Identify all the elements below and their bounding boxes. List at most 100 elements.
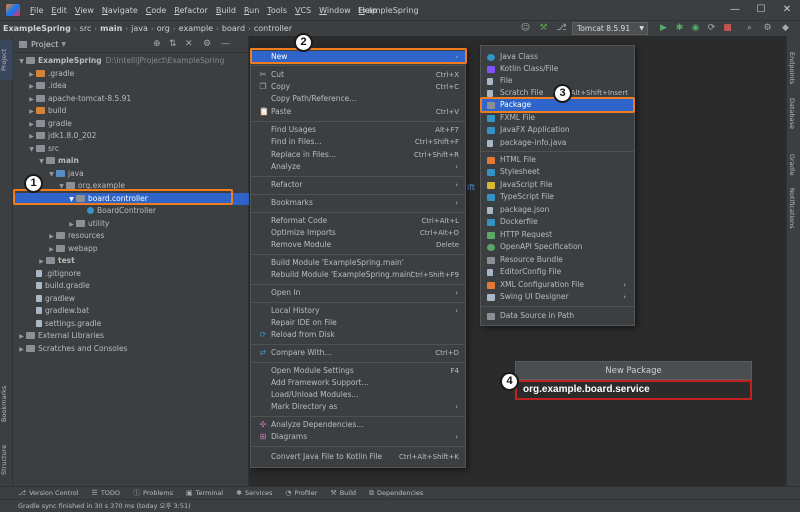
new-item-java-class[interactable]: Java Class xyxy=(481,51,634,64)
tab-services[interactable]: ✱ Services xyxy=(236,489,272,497)
context-item-build-module[interactable]: Build Module 'ExampleSpring.main' xyxy=(251,257,465,269)
close-icon[interactable]: ✕ xyxy=(774,0,800,20)
tree-item-idea[interactable]: ▶ .idea xyxy=(13,80,249,93)
context-item-load-unload-modules[interactable]: Load/Unload Modules... xyxy=(251,389,465,401)
tab-todo[interactable]: ☰ TODO xyxy=(92,489,121,497)
breadcrumb-java[interactable]: java xyxy=(128,24,151,33)
tab-build[interactable]: ⚒ Build xyxy=(330,489,356,497)
new-item-resource-bundle[interactable]: Resource Bundle xyxy=(481,254,634,267)
new-item-package-info[interactable]: package-info.java xyxy=(481,137,634,150)
new-item-xml-config[interactable]: XML Configuration File › xyxy=(481,279,634,292)
tree-item-gradle-cache[interactable]: ▶ .gradle xyxy=(13,68,249,81)
tab-version-control[interactable]: ⎇ Version Control xyxy=(18,489,79,497)
tree-item-webapp[interactable]: ▶ webapp xyxy=(13,243,249,256)
new-item-swing-ui[interactable]: Swing UI Designer › xyxy=(481,291,634,304)
new-item-openapi[interactable]: OpenAPI Specification xyxy=(481,241,634,254)
tab-dependencies[interactable]: ⧉ Dependencies xyxy=(369,489,423,498)
breadcrumb-project[interactable]: ExampleSpring xyxy=(0,24,74,33)
endpoints-tool-tab[interactable]: Endpoints xyxy=(788,52,796,84)
user-icon[interactable]: ☺ xyxy=(520,23,531,34)
context-item-paste[interactable]: 📋 Paste Ctrl+V xyxy=(251,106,465,118)
minimize-icon[interactable]: — xyxy=(722,0,748,20)
tree-item-utility[interactable]: ▶ utility xyxy=(13,218,249,231)
new-item-dockerfile[interactable]: Dockerfile xyxy=(481,216,634,229)
menu-window[interactable]: Window xyxy=(315,6,355,15)
run-configuration-select[interactable]: Tomcat 8.5.91 ▼ xyxy=(572,22,648,35)
new-item-javascript-file[interactable]: JavaScript File xyxy=(481,179,634,192)
breadcrumb-main[interactable]: main xyxy=(97,24,125,33)
hide-panel-icon[interactable]: — xyxy=(221,39,230,49)
context-item-analyze-dependencies[interactable]: ✣ Analyze Dependencies... xyxy=(251,419,465,431)
gradle-tool-tab[interactable]: Gradle xyxy=(788,154,796,176)
menu-file[interactable]: File xyxy=(26,6,47,15)
tree-item-gradle[interactable]: ▶ gradle xyxy=(13,118,249,131)
tree-item-build[interactable]: ▶ build xyxy=(13,105,249,118)
tree-item-build-gradle[interactable]: build.gradle xyxy=(13,280,249,293)
menu-run[interactable]: Run xyxy=(240,6,263,15)
tree-item-settings-gradle[interactable]: settings.gradle xyxy=(13,318,249,331)
context-item-module-settings[interactable]: Open Module Settings F4 xyxy=(251,365,465,377)
bookmarks-tool-tab[interactable]: Bookmarks xyxy=(0,381,13,427)
tree-item-external-libraries[interactable]: ▶ External Libraries xyxy=(13,330,249,343)
menu-edit[interactable]: Edit xyxy=(47,6,71,15)
collapse-all-icon[interactable]: ⇅ xyxy=(169,39,177,49)
breadcrumb-src[interactable]: src xyxy=(77,24,95,33)
context-item-analyze[interactable]: Analyze › xyxy=(251,161,465,173)
breadcrumb-org[interactable]: org xyxy=(154,24,173,33)
new-item-package-json[interactable]: package.json xyxy=(481,204,634,217)
context-item-reload-from-disk[interactable]: ⟳ Reload from Disk xyxy=(251,329,465,341)
status-message[interactable]: Gradle sync finished in 30 s 370 ms (tod… xyxy=(18,502,191,510)
tree-item-scratches[interactable]: ▶ Scratches and Consoles xyxy=(13,343,249,356)
new-item-data-source[interactable]: Data Source in Path xyxy=(481,310,634,323)
tree-item-tomcat[interactable]: ▶ apache-tomcat-8.5.91 xyxy=(13,93,249,106)
context-item-convert-to-kotlin[interactable]: Convert Java File to Kotlin File Ctrl+Alt… xyxy=(251,451,465,463)
menu-vcs[interactable]: VCS xyxy=(291,6,315,15)
database-tool-tab[interactable]: Database xyxy=(788,98,796,129)
tree-item-java[interactable]: ▼ java xyxy=(13,168,249,181)
tree-item-main[interactable]: ▼ main xyxy=(13,155,249,168)
new-item-fxml-file[interactable]: FXML File xyxy=(481,112,634,125)
run-icon[interactable]: ▶ xyxy=(658,23,669,34)
breadcrumb-example[interactable]: example xyxy=(176,24,216,33)
context-item-repair-ide[interactable]: Repair IDE on File xyxy=(251,317,465,329)
context-item-local-history[interactable]: Local History › xyxy=(251,305,465,317)
menu-view[interactable]: View xyxy=(71,6,98,15)
context-item-mark-directory[interactable]: Mark Directory as › xyxy=(251,401,465,413)
new-item-editorconfig[interactable]: EditorConfig File xyxy=(481,266,634,279)
new-item-typescript-file[interactable]: TypeScript File xyxy=(481,191,634,204)
gear-icon[interactable]: ⚙ xyxy=(203,39,211,49)
tree-item-gitignore[interactable]: .gitignore xyxy=(13,268,249,281)
tree-item-jdk[interactable]: ▶ jdk1.8.0_202 xyxy=(13,130,249,143)
menu-build[interactable]: Build xyxy=(212,6,240,15)
vcs-icon[interactable]: ⎇ xyxy=(556,23,567,34)
context-item-refactor[interactable]: Refactor › xyxy=(251,179,465,191)
tab-terminal[interactable]: ▣ Terminal xyxy=(186,489,223,497)
context-item-open-in[interactable]: Open In › xyxy=(251,287,465,299)
menu-navigate[interactable]: Navigate xyxy=(98,6,142,15)
profile-icon[interactable]: ⟳ xyxy=(706,23,717,34)
context-item-diagrams[interactable]: ⊞ Diagrams › xyxy=(251,431,465,443)
stop-icon[interactable]: ■ xyxy=(722,23,733,34)
settings-icon[interactable]: ⚙ xyxy=(762,23,773,34)
tree-item-resources[interactable]: ▶ resources xyxy=(13,230,249,243)
new-item-kotlin-class[interactable]: Kotlin Class/File xyxy=(481,63,634,76)
build-hammer-icon[interactable]: ⚒ xyxy=(538,23,549,34)
context-item-optimize-imports[interactable]: Optimize Imports Ctrl+Alt+O xyxy=(251,227,465,239)
tree-item-test[interactable]: ▶ test xyxy=(13,255,249,268)
breadcrumb-controller[interactable]: controller xyxy=(251,24,295,33)
debug-icon[interactable]: ✱ xyxy=(674,23,685,34)
project-panel-title[interactable]: Project xyxy=(31,40,58,49)
search-icon[interactable]: ⌕ xyxy=(744,23,755,34)
menu-tools[interactable]: Tools xyxy=(263,6,291,15)
maximize-icon[interactable]: ☐ xyxy=(748,0,774,20)
menu-code[interactable]: Code xyxy=(142,6,171,15)
new-item-javafx-app[interactable]: JavaFX Application xyxy=(481,124,634,137)
collapsed-arrow-icon[interactable]: ▶ xyxy=(17,344,26,357)
new-item-http-request[interactable]: HTTP Request xyxy=(481,229,634,242)
project-tool-tab[interactable]: Project xyxy=(0,40,13,80)
context-item-copy-path[interactable]: Copy Path/Reference... xyxy=(251,93,465,105)
menu-refactor[interactable]: Refactor xyxy=(170,6,212,15)
new-item-html-file[interactable]: HTML File xyxy=(481,154,634,167)
context-item-rebuild-module[interactable]: Rebuild Module 'ExampleSpring.main' Ctrl+… xyxy=(251,269,465,281)
chevron-down-icon[interactable]: ▼ xyxy=(61,41,66,48)
